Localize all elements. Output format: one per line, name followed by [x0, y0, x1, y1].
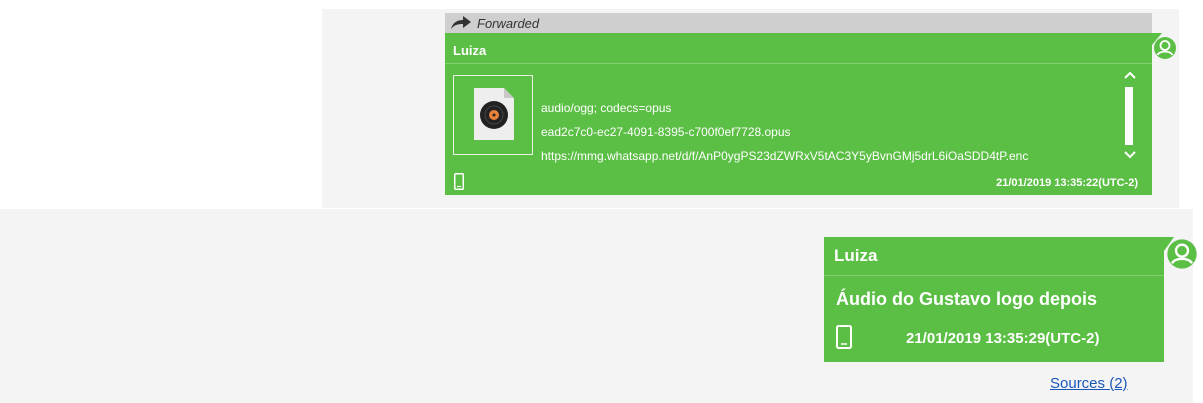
sender-name: Luiza — [834, 246, 878, 265]
sender-name: Luiza — [453, 43, 487, 58]
message-timestamp: 21/01/2019 13:35:22(UTC-2) — [996, 177, 1138, 189]
message-text: Áudio do Gustavo logo depois — [836, 289, 1097, 309]
scrollbar-thumb[interactable] — [1125, 87, 1133, 145]
forwarded-header: Forwarded — [445, 13, 1152, 33]
forwarded-label: Forwarded — [477, 15, 540, 31]
message-bubble-forwarded: Luiza audio/ogg; codecs=opus ead2c7c0-ec… — [445, 33, 1162, 195]
message-bubble: Luiza Áudio do Gustavo logo depois 21/01… — [824, 237, 1174, 362]
audio-attachment-thumbnail[interactable] — [453, 75, 533, 155]
scroll-down-icon[interactable] — [1124, 151, 1136, 159]
scroll-up-icon[interactable] — [1124, 71, 1136, 79]
phone-icon — [454, 173, 464, 190]
phone-icon — [836, 325, 852, 349]
avatar-icon — [1154, 37, 1176, 59]
attachment-url[interactable]: https://mmg.whatsapp.net/d/f/AnP0ygPS23d… — [541, 149, 1028, 163]
sources-link[interactable]: Sources (2) — [1050, 375, 1128, 392]
attachment-mime: audio/ogg; codecs=opus — [541, 101, 672, 115]
record-disc-icon — [480, 101, 508, 129]
attachment-filename: ead2c7c0-ec27-4091-8395-c700f0ef7728.opu… — [541, 125, 791, 139]
message-timestamp: 21/01/2019 13:35:29(UTC-2) — [906, 330, 1100, 347]
avatar-icon — [1167, 239, 1197, 269]
forward-arrow-icon — [451, 16, 471, 29]
